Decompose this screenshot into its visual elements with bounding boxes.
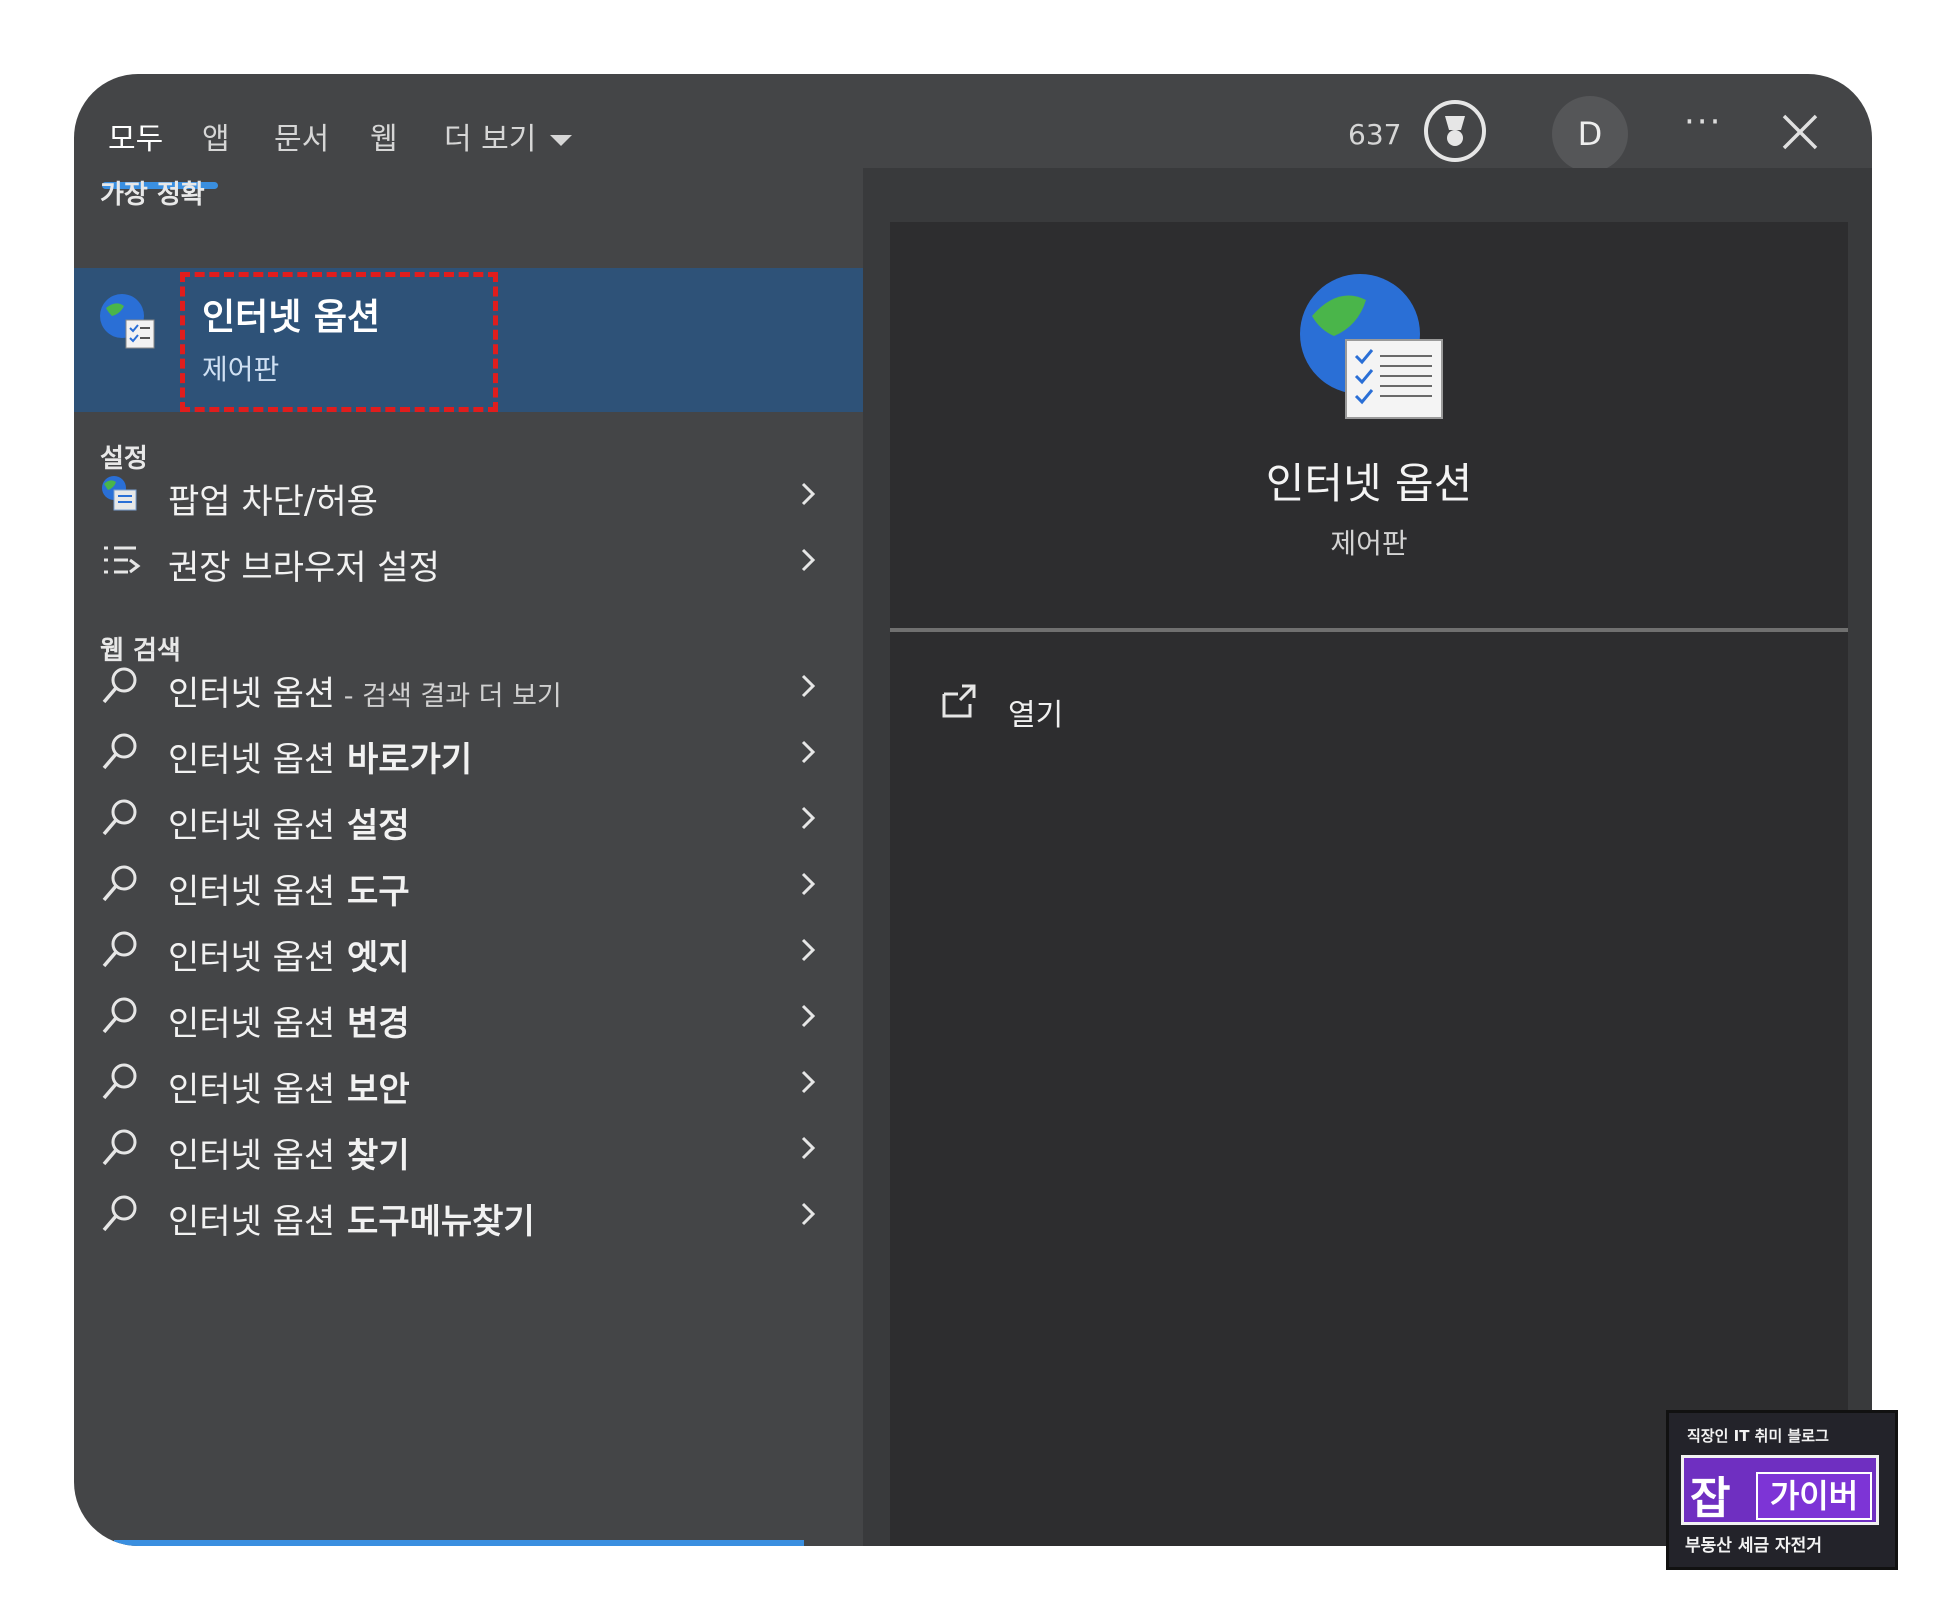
best-match-item[interactable]: 인터넷 옵션 제어판 xyxy=(74,268,863,412)
search-icon xyxy=(102,667,137,704)
detail-subtitle: 제어판 xyxy=(1330,527,1408,560)
open-external-icon xyxy=(942,684,976,718)
watermark-left-text: 잡 xyxy=(1690,1473,1731,1524)
chevron-right-icon xyxy=(801,548,816,572)
settings-item-popup[interactable]: 팝업 차단/허용 xyxy=(74,456,863,532)
watermark-logo: 직장인 IT 취미 블로그 잡 가이버 부동산 세금 자전거 xyxy=(1666,1410,1898,1570)
caret-down-icon xyxy=(550,135,573,146)
tab-all[interactable]: 모두 xyxy=(108,114,163,158)
web-result-row[interactable]: 인터넷 옵션 바로가기 xyxy=(74,714,863,790)
web-result-label: 인터넷 옵션 찾기 xyxy=(168,1136,410,1176)
web-result-row[interactable]: 인터넷 옵션 설정 xyxy=(74,780,863,856)
open-action[interactable]: 열기 xyxy=(940,670,1340,734)
rewards-medal-icon[interactable] xyxy=(1424,100,1486,162)
chevron-right-icon xyxy=(801,674,816,698)
watermark-top-text: 직장인 IT 취미 블로그 xyxy=(1687,1427,1829,1445)
tab-apps[interactable]: 앱 xyxy=(202,114,230,158)
search-icon xyxy=(102,865,137,902)
tab-more-label: 더 보기 xyxy=(444,122,537,157)
chevron-right-icon xyxy=(801,872,816,896)
web-result-row[interactable]: 인터넷 옵션 도구 xyxy=(74,846,863,922)
search-icon xyxy=(102,733,137,770)
web-result-row[interactable]: 인터넷 옵션 - 검색 결과 더 보기 xyxy=(74,648,863,724)
internet-options-globe-icon xyxy=(100,294,155,349)
search-icon xyxy=(102,1063,137,1100)
loading-progress-bar xyxy=(114,1540,804,1546)
chevron-right-icon xyxy=(801,806,816,830)
chevron-right-icon xyxy=(801,938,816,962)
search-icon xyxy=(102,1195,137,1232)
popup-settings-icon xyxy=(102,476,137,511)
web-result-label: 인터넷 옵션 바로가기 xyxy=(168,740,473,780)
search-window: 모두 앱 문서 웹 더 보기 637 D ··· 가장 정확 인터넷 옵션 제어… xyxy=(74,74,1872,1546)
web-result-row[interactable]: 인터넷 옵션 도구메뉴찾기 xyxy=(74,1176,863,1252)
detail-title: 인터넷 옵션 xyxy=(1265,459,1473,508)
chevron-right-icon xyxy=(801,740,816,764)
settings-item-browser[interactable]: 권장 브라우저 설정 xyxy=(74,522,863,598)
close-icon[interactable] xyxy=(1778,110,1822,154)
watermark-right-text: 가이버 xyxy=(1756,1472,1872,1520)
search-icon xyxy=(102,931,137,968)
watermark-bottom-text: 부동산 세금 자전거 xyxy=(1685,1536,1822,1556)
detail-divider xyxy=(890,628,1848,632)
chevron-right-icon xyxy=(801,1004,816,1028)
tab-web[interactable]: 웹 xyxy=(370,114,398,158)
open-action-label: 열기 xyxy=(1008,698,1064,733)
web-result-label: 인터넷 옵션 엣지 xyxy=(168,938,410,978)
web-result-row[interactable]: 인터넷 옵션 변경 xyxy=(74,978,863,1054)
more-options-icon[interactable]: ··· xyxy=(1684,102,1722,142)
chevron-right-icon xyxy=(801,1070,816,1094)
chevron-right-icon xyxy=(801,1202,816,1226)
web-result-label: 인터넷 옵션 도구 xyxy=(168,872,410,912)
internet-options-globe-icon xyxy=(1300,274,1443,419)
web-result-label: 인터넷 옵션 설정 xyxy=(168,806,410,846)
detail-card: 인터넷 옵션 제어판 열기 xyxy=(890,222,1848,1546)
search-icon xyxy=(102,799,137,836)
chevron-right-icon xyxy=(801,1136,816,1160)
web-result-label: 인터넷 옵션 보안 xyxy=(168,1070,410,1110)
user-avatar[interactable]: D xyxy=(1552,96,1628,172)
web-result-label: 인터넷 옵션 변경 xyxy=(168,1004,410,1044)
web-result-row[interactable]: 인터넷 옵션 찾기 xyxy=(74,1110,863,1186)
settings-item-label: 팝업 차단/허용 xyxy=(168,482,378,522)
best-match-heading: 가장 정확 xyxy=(100,180,205,210)
web-result-label: 인터넷 옵션 - 검색 결과 더 보기 xyxy=(168,674,562,714)
settings-item-label: 권장 브라우저 설정 xyxy=(168,548,440,588)
web-result-label: 인터넷 옵션 도구메뉴찾기 xyxy=(168,1202,535,1242)
tab-more[interactable]: 더 보기 xyxy=(444,114,573,158)
tab-documents[interactable]: 문서 xyxy=(274,114,329,158)
web-result-row[interactable]: 인터넷 옵션 엣지 xyxy=(74,912,863,988)
web-result-row[interactable]: 인터넷 옵션 보안 xyxy=(74,1044,863,1120)
watermark-badge: 잡 가이버 xyxy=(1681,1455,1879,1525)
chevron-right-icon xyxy=(801,482,816,506)
list-settings-icon xyxy=(104,546,141,574)
highlight-annotation-box xyxy=(180,272,498,412)
rewards-points: 637 xyxy=(1348,118,1402,151)
search-icon xyxy=(102,997,137,1034)
search-icon xyxy=(102,1129,137,1166)
